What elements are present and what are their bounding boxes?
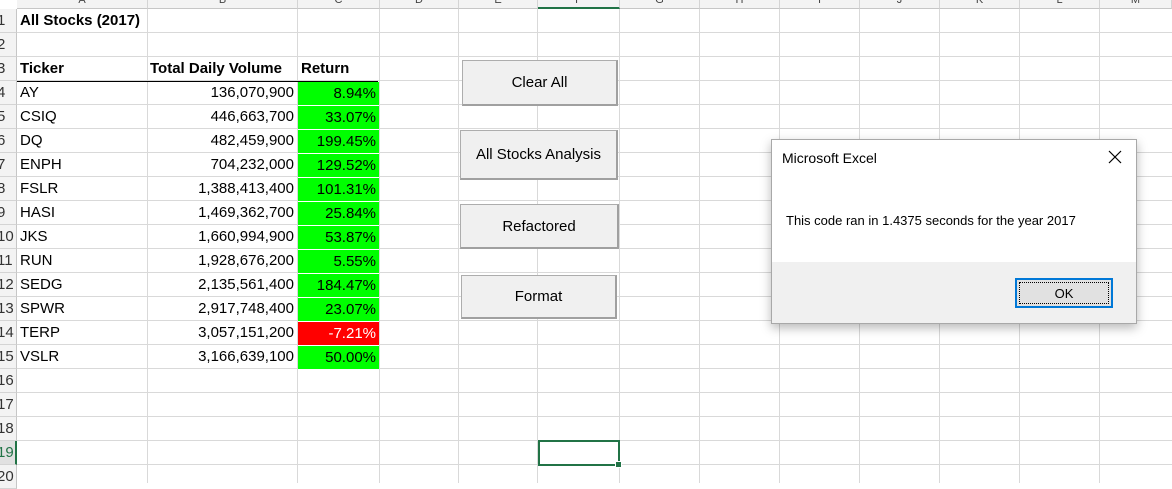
- sheet-title[interactable]: All Stocks (2017): [17, 9, 177, 33]
- all-stocks-analysis-button[interactable]: All Stocks Analysis: [460, 130, 618, 180]
- row-header[interactable]: 15: [0, 345, 17, 369]
- volume-cell[interactable]: 1,469,362,700: [147, 201, 297, 225]
- volume-cell[interactable]: 1,388,413,400: [147, 177, 297, 201]
- header-ticker[interactable]: Ticker: [17, 57, 147, 81]
- gridline: [17, 416, 1172, 417]
- ticker-cell[interactable]: SEDG: [17, 273, 147, 297]
- row-header[interactable]: 6: [0, 129, 17, 153]
- gridline: [17, 392, 1172, 393]
- volume-cell[interactable]: 1,928,676,200: [147, 249, 297, 273]
- column-header-f[interactable]: F: [538, 0, 620, 9]
- active-cell-selection[interactable]: [538, 440, 622, 468]
- row-header[interactable]: 9: [0, 201, 17, 225]
- row-header[interactable]: 14: [0, 321, 17, 345]
- row-header[interactable]: 18: [0, 417, 17, 441]
- refactored-button[interactable]: Refactored: [460, 204, 619, 249]
- return-cell[interactable]: 129.52%: [298, 154, 379, 177]
- column-header-j[interactable]: J: [860, 0, 940, 9]
- column-header-b[interactable]: B: [148, 0, 298, 9]
- volume-cell[interactable]: 704,232,000: [147, 153, 297, 177]
- return-cell[interactable]: 23.07%: [298, 298, 379, 321]
- ticker-cell[interactable]: CSIQ: [17, 105, 147, 129]
- return-cell[interactable]: -7.21%: [298, 322, 379, 345]
- return-cell[interactable]: 5.55%: [298, 250, 379, 273]
- ticker-cell[interactable]: SPWR: [17, 297, 147, 321]
- column-header-c[interactable]: C: [298, 0, 380, 9]
- ticker-cell[interactable]: RUN: [17, 249, 147, 273]
- column-header-l[interactable]: L: [1020, 0, 1100, 9]
- return-cell[interactable]: 33.07%: [298, 106, 379, 129]
- clear-all-button[interactable]: Clear All: [462, 60, 618, 106]
- row-header[interactable]: 4: [0, 81, 17, 105]
- ticker-cell[interactable]: AY: [17, 81, 147, 105]
- volume-cell[interactable]: 2,917,748,400: [147, 297, 297, 321]
- row-header[interactable]: 12: [0, 273, 17, 297]
- dialog-title: Microsoft Excel: [782, 150, 877, 166]
- column-header-h[interactable]: H: [700, 0, 780, 9]
- return-cell[interactable]: 184.47%: [298, 274, 379, 297]
- return-cell[interactable]: 25.84%: [298, 202, 379, 225]
- column-header-a[interactable]: A: [17, 0, 148, 9]
- ticker-cell[interactable]: FSLR: [17, 177, 147, 201]
- column-header-m[interactable]: M: [1100, 0, 1172, 9]
- row-header[interactable]: 5: [0, 105, 17, 129]
- column-header-d[interactable]: D: [380, 0, 459, 9]
- header-return[interactable]: Return: [298, 57, 379, 81]
- row-header[interactable]: 2: [0, 33, 17, 57]
- ticker-cell[interactable]: VSLR: [17, 345, 147, 369]
- ticker-cell[interactable]: DQ: [17, 129, 147, 153]
- ok-button[interactable]: OK: [1015, 278, 1113, 308]
- volume-cell[interactable]: 2,135,561,400: [147, 273, 297, 297]
- column-header-e[interactable]: E: [459, 0, 538, 9]
- volume-cell[interactable]: 1,660,994,900: [147, 225, 297, 249]
- row-header[interactable]: 8: [0, 177, 17, 201]
- column-header-k[interactable]: K: [940, 0, 1020, 9]
- ticker-cell[interactable]: JKS: [17, 225, 147, 249]
- gridline: [17, 32, 1172, 33]
- format-button[interactable]: Format: [461, 275, 617, 319]
- header-total-daily-volume[interactable]: Total Daily Volume: [147, 57, 298, 81]
- return-cell[interactable]: 199.45%: [298, 130, 379, 153]
- row-header[interactable]: 20: [0, 465, 17, 489]
- row-header[interactable]: 1: [0, 9, 17, 33]
- row-header[interactable]: 19: [0, 441, 17, 465]
- volume-cell[interactable]: 3,057,151,200: [147, 321, 297, 345]
- row-header[interactable]: 17: [0, 393, 17, 417]
- message-dialog[interactable]: Microsoft Excel This code ran in 1.4375 …: [771, 139, 1137, 324]
- volume-cell[interactable]: 482,459,900: [147, 129, 297, 153]
- row-header[interactable]: 13: [0, 297, 17, 321]
- dialog-footer: OK: [772, 262, 1136, 323]
- close-icon[interactable]: [1104, 146, 1126, 168]
- ticker-cell[interactable]: TERP: [17, 321, 147, 345]
- ticker-cell[interactable]: ENPH: [17, 153, 147, 177]
- return-cell[interactable]: 101.31%: [298, 178, 379, 201]
- return-cell[interactable]: 53.87%: [298, 226, 379, 249]
- column-header-g[interactable]: G: [620, 0, 700, 9]
- row-header[interactable]: 10: [0, 225, 17, 249]
- ticker-cell[interactable]: HASI: [17, 201, 147, 225]
- column-header-i[interactable]: I: [780, 0, 860, 9]
- dialog-message: This code ran in 1.4375 seconds for the …: [786, 213, 1076, 228]
- ok-button-label: OK: [1054, 285, 1074, 301]
- return-cell[interactable]: 50.00%: [298, 346, 379, 369]
- return-cell[interactable]: 8.94%: [298, 82, 379, 105]
- row-header[interactable]: 11: [0, 249, 17, 273]
- volume-cell[interactable]: 136,070,900: [147, 81, 297, 105]
- row-header[interactable]: 16: [0, 369, 17, 393]
- row-header[interactable]: 3: [0, 57, 17, 81]
- volume-cell[interactable]: 446,663,700: [147, 105, 297, 129]
- close-icon-glyph: [1108, 150, 1122, 164]
- volume-cell[interactable]: 3,166,639,100: [147, 345, 297, 369]
- fill-handle[interactable]: [615, 461, 622, 468]
- row-header[interactable]: 7: [0, 153, 17, 177]
